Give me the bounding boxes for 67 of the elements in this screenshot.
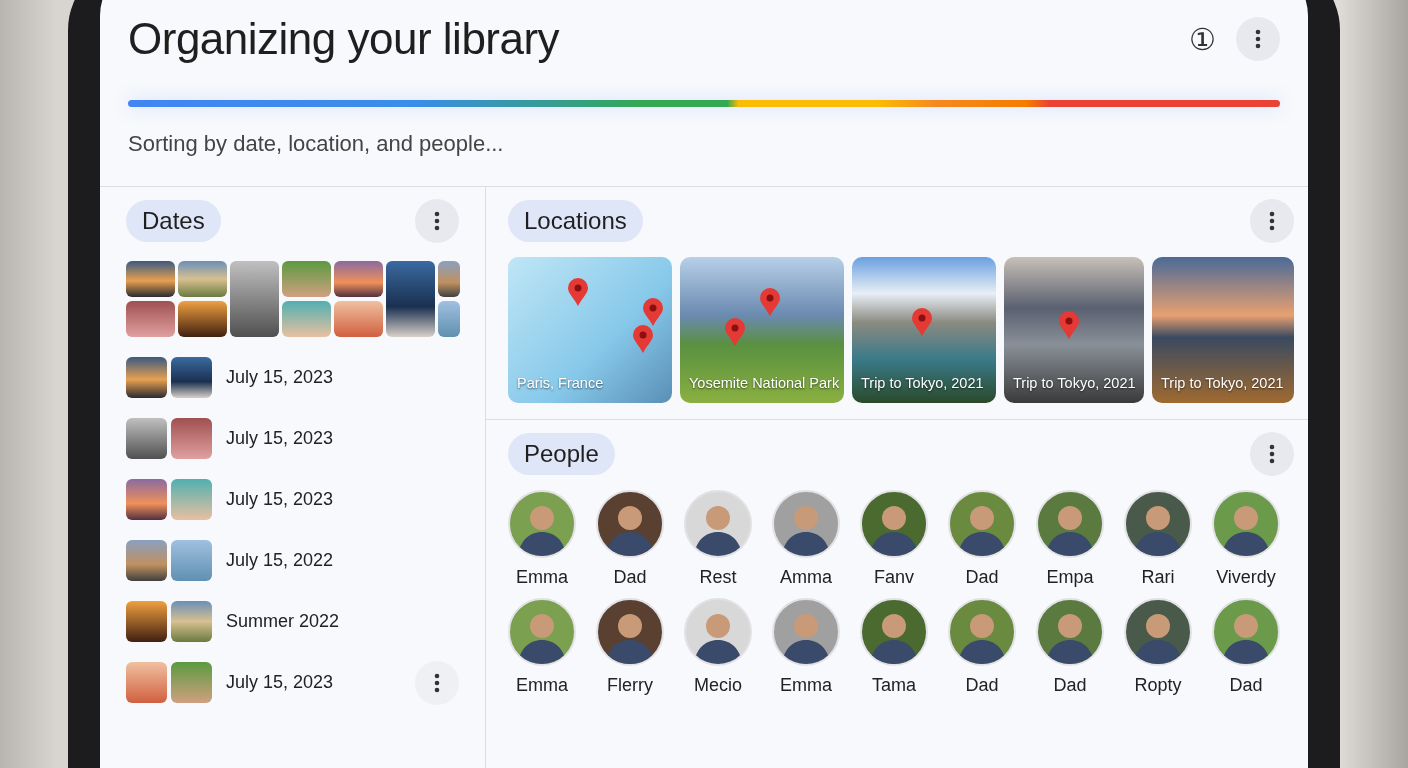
photo-placeholder[interactable] bbox=[334, 261, 383, 297]
person-name: Flerry bbox=[607, 675, 653, 696]
person-name: Dad bbox=[965, 567, 999, 588]
date-label: July 15, 2022 bbox=[226, 550, 335, 571]
more-icon bbox=[1255, 29, 1261, 49]
date-label: July 15, 2023 bbox=[226, 489, 335, 510]
person-name: Ropty bbox=[1134, 675, 1182, 696]
person-name: Emma bbox=[780, 675, 832, 696]
map-pin-icon bbox=[724, 317, 746, 347]
person-name: Tama bbox=[872, 675, 916, 696]
info-button[interactable]: ① bbox=[1183, 21, 1222, 57]
person-name: Dad bbox=[613, 567, 647, 588]
person-name: Dad bbox=[1229, 675, 1263, 696]
photo-placeholder[interactable] bbox=[126, 357, 167, 398]
date-label: July 15, 2023 bbox=[226, 367, 335, 388]
person-name: Mecio bbox=[694, 675, 742, 696]
section-chip: Dates bbox=[126, 200, 221, 242]
more-icon bbox=[1269, 444, 1275, 464]
location-label: Trip to Tokyo, 2021 bbox=[1161, 375, 1284, 391]
more-button[interactable] bbox=[1250, 432, 1294, 476]
date-label: July 15, 2023 bbox=[226, 672, 335, 693]
section-chip: Locations bbox=[508, 200, 643, 242]
more-button[interactable] bbox=[1236, 17, 1280, 61]
person-name: Dad bbox=[965, 675, 999, 696]
more-icon bbox=[1269, 211, 1275, 231]
location-label: Paris, France bbox=[517, 375, 604, 391]
person-name: Rest bbox=[699, 567, 737, 588]
person-name: Emma bbox=[516, 567, 568, 588]
photo-placeholder[interactable] bbox=[126, 418, 167, 459]
date-label: July 15, 2023 bbox=[226, 428, 335, 449]
date-label: Summer 2022 bbox=[226, 611, 341, 632]
section-chip: People bbox=[508, 433, 615, 475]
status-text: Sorting by date, location, and people... bbox=[128, 131, 505, 157]
map-pin-icon bbox=[911, 307, 933, 337]
more-icon bbox=[434, 672, 440, 693]
photo-placeholder[interactable] bbox=[438, 261, 460, 297]
more-icon bbox=[434, 211, 440, 231]
person-name: Fanv bbox=[874, 567, 914, 588]
photo-placeholder[interactable] bbox=[126, 479, 167, 520]
photo-placeholder[interactable] bbox=[126, 261, 175, 297]
location-label: Trip to Tokyo, 2021 bbox=[861, 375, 984, 391]
more-button[interactable] bbox=[415, 199, 459, 243]
map-pin-icon bbox=[632, 324, 654, 354]
map-pin-icon bbox=[1058, 310, 1080, 340]
map-pin-icon bbox=[759, 287, 781, 317]
page-title: Organizing your library bbox=[128, 14, 560, 64]
photo-placeholder[interactable] bbox=[126, 601, 167, 642]
photo-placeholder[interactable] bbox=[386, 261, 435, 337]
person-name: Emma bbox=[516, 675, 568, 696]
more-button[interactable] bbox=[415, 660, 459, 705]
photo-placeholder[interactable] bbox=[230, 261, 279, 337]
photo-placeholder[interactable] bbox=[126, 540, 167, 581]
location-label: Yosemite National Park bbox=[689, 375, 840, 391]
location-card[interactable]: Trip to Tokyo, 2021 bbox=[1152, 257, 1294, 403]
person-name: Dad bbox=[1053, 675, 1087, 696]
person-name: Viverdy bbox=[1216, 567, 1276, 588]
location-card[interactable]: Trip to Tokyo, 2021 bbox=[1004, 257, 1144, 403]
location-card[interactable]: Trip to Tokyo, 2021 bbox=[852, 257, 996, 403]
person-name: Rari bbox=[1141, 567, 1175, 588]
photo-placeholder[interactable] bbox=[171, 357, 212, 398]
person-name: Empa bbox=[1046, 567, 1094, 588]
person-name: Amma bbox=[780, 567, 832, 588]
location-label: Trip to Tokyo, 2021 bbox=[1013, 375, 1136, 391]
map-pin-icon bbox=[642, 297, 664, 327]
map-pin-icon bbox=[567, 277, 589, 307]
more-button[interactable] bbox=[1250, 199, 1294, 243]
photo-placeholder[interactable] bbox=[178, 301, 227, 337]
